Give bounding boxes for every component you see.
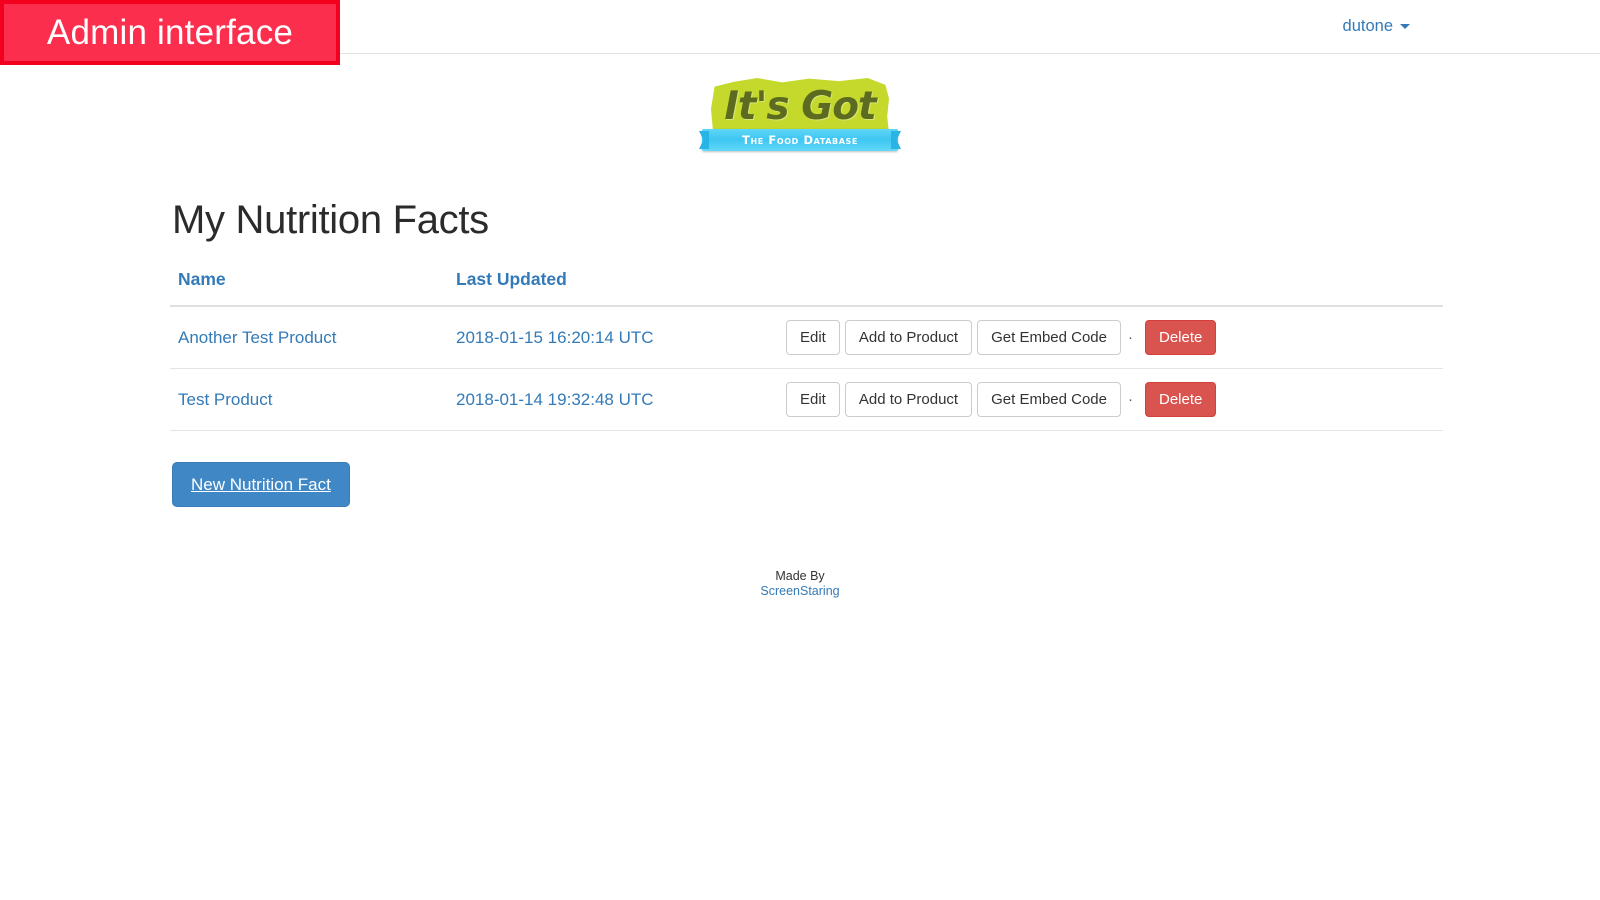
footer-author-link[interactable]: ScreenStaring <box>760 584 839 598</box>
footer-made-by-label: Made By <box>775 569 825 583</box>
cell-actions: Edit Add to Product Get Embed Code · Del… <box>778 368 1443 431</box>
chevron-down-icon <box>1400 24 1410 29</box>
table-row: Test Product 2018-01-14 19:32:48 UTC Edi… <box>170 368 1443 431</box>
logo-title: It's Got <box>724 84 876 129</box>
logo-ribbon-shape: The Food Database <box>702 129 898 151</box>
admin-interface-banner: Admin interface <box>0 0 340 65</box>
user-menu-dropdown[interactable]: dutone <box>1343 17 1410 36</box>
site-logo-wrapper: It's Got The Food Database <box>0 54 1600 156</box>
get-embed-code-button[interactable]: Get Embed Code <box>977 382 1121 417</box>
table-head: Name Last Updated <box>170 269 1443 307</box>
page-title: My Nutrition Facts <box>172 198 489 242</box>
logo-tagline: The Food Database <box>742 133 858 147</box>
cell-name: Test Product <box>170 368 448 431</box>
column-header-actions <box>778 269 1443 307</box>
nutrition-fact-name-link[interactable]: Another Test Product <box>178 328 336 347</box>
action-separator: · <box>1128 391 1133 408</box>
user-menu-label: dutone <box>1342 17 1393 35</box>
edit-button[interactable]: Edit <box>786 320 840 355</box>
cell-actions: Edit Add to Product Get Embed Code · Del… <box>778 306 1443 369</box>
nutrition-fact-name-link[interactable]: Test Product <box>178 390 273 409</box>
edit-button[interactable]: Edit <box>786 382 840 417</box>
delete-button[interactable]: Delete <box>1145 320 1217 355</box>
row-actions: Edit Add to Product Get Embed Code · Del… <box>786 382 1435 417</box>
column-header-last-updated[interactable]: Last Updated <box>448 269 778 307</box>
table-header-row: Name Last Updated <box>170 269 1443 307</box>
page-footer: Made By ScreenStaring <box>170 569 1430 599</box>
admin-interface-banner-label: Admin interface <box>46 13 294 52</box>
nutrition-fact-updated-link[interactable]: 2018-01-15 16:20:14 UTC <box>456 328 654 347</box>
cell-name: Another Test Product <box>170 306 448 369</box>
row-actions: Edit Add to Product Get Embed Code · Del… <box>786 320 1435 355</box>
action-separator: · <box>1128 329 1133 346</box>
site-logo[interactable]: It's Got The Food Database <box>702 78 898 156</box>
add-to-product-button[interactable]: Add to Product <box>844 382 973 417</box>
add-to-product-button[interactable]: Add to Product <box>844 320 973 355</box>
column-header-name[interactable]: Name <box>170 269 448 307</box>
table-body: Another Test Product 2018-01-15 16:20:14… <box>170 306 1443 431</box>
main-container: My Nutrition Facts Name Last Updated Ano… <box>160 198 1443 599</box>
table-row: Another Test Product 2018-01-15 16:20:14… <box>170 306 1443 369</box>
nutrition-facts-table: Name Last Updated Another Test Product 2… <box>170 269 1443 431</box>
nutrition-fact-updated-link[interactable]: 2018-01-14 19:32:48 UTC <box>456 390 654 409</box>
new-nutrition-fact-button[interactable]: New Nutrition Fact <box>172 462 350 507</box>
cell-last-updated: 2018-01-15 16:20:14 UTC <box>448 306 778 369</box>
get-embed-code-button[interactable]: Get Embed Code <box>977 320 1121 355</box>
navbar-right: dutone <box>1343 0 1410 53</box>
delete-button[interactable]: Delete <box>1145 382 1217 417</box>
cell-last-updated: 2018-01-14 19:32:48 UTC <box>448 368 778 431</box>
